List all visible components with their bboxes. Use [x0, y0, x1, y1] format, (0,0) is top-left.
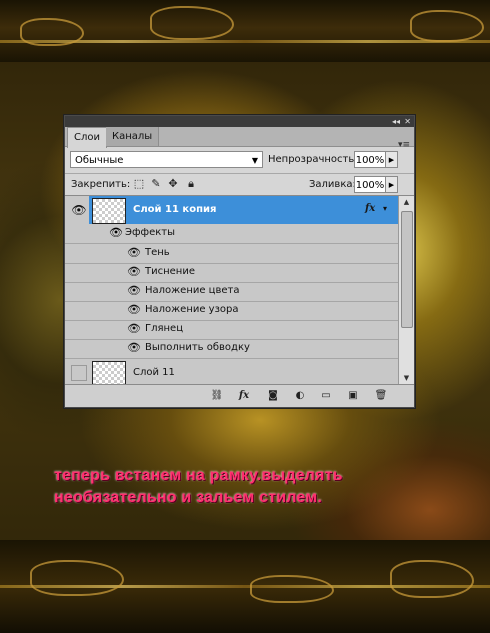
fill-slider-button[interactable]: ▶: [386, 176, 398, 193]
lock-fill-row: Закрепить: ⬚ ✎ ✥ 🔒︎ Заливка: 100% ▶: [65, 173, 414, 196]
chevron-down-icon: ▼: [251, 156, 258, 165]
frame-ornament: [150, 6, 234, 40]
effect-name: Наложение цвета: [145, 285, 240, 296]
expand-arrow-icon[interactable]: ▾: [383, 204, 387, 213]
lock-all-icon[interactable]: 🔒︎: [185, 177, 197, 191]
frame-ornament: [390, 560, 474, 598]
effect-item[interactable]: 👁︎ Наложение узора: [65, 301, 398, 321]
tab-channels[interactable]: Каналы: [106, 127, 160, 146]
lock-move-icon[interactable]: ✥: [167, 177, 179, 191]
panel-tabs: Слои Каналы ▾≡: [65, 127, 414, 150]
frame-ornament: [20, 18, 84, 46]
folder-icon[interactable]: ▭: [319, 389, 333, 403]
effect-name: Наложение узора: [145, 304, 239, 315]
lock-brush-icon[interactable]: ✎: [150, 177, 162, 191]
eye-icon[interactable]: 👁︎: [127, 265, 141, 279]
close-icon[interactable]: ✕: [404, 116, 411, 127]
lock-transparent-icon[interactable]: ⬚: [133, 177, 145, 191]
fx-icon[interactable]: fx: [237, 389, 251, 403]
opacity-label: Непрозрачность:: [268, 154, 358, 165]
adjustment-icon[interactable]: ◐: [293, 389, 307, 403]
mask-icon[interactable]: ◙: [266, 389, 280, 403]
opacity-input[interactable]: 100%: [354, 151, 386, 168]
new-layer-icon[interactable]: ▣: [346, 389, 360, 403]
caption-line-2: необязательно и зальем стилем.: [54, 489, 322, 506]
effects-row[interactable]: 👁︎ Эффекты: [65, 224, 398, 244]
trash-icon[interactable]: 🗑︎: [374, 389, 388, 403]
scrollbar-thumb[interactable]: [401, 211, 413, 328]
layer-row[interactable]: 👁︎ Слой 11 копия fx ▾: [65, 196, 398, 224]
collapse-icon[interactable]: ◂◂: [392, 116, 400, 127]
panel-bottom-toolbar: ⛓︎ fx ◙ ◐ ▭ ▣ 🗑︎: [65, 384, 414, 407]
layer-name[interactable]: Слой 11: [133, 366, 175, 380]
eye-icon[interactable]: 👁︎: [127, 341, 141, 355]
tutorial-caption: теперь встанем на рамку.выделять необяза…: [54, 465, 343, 509]
layers-list: 👁︎ Слой 11 копия fx ▾ 👁︎ Эффекты 👁︎ Тень…: [65, 195, 414, 385]
lock-label: Закрепить:: [71, 179, 131, 190]
effect-item[interactable]: 👁︎ Тиснение: [65, 263, 398, 283]
effect-name: Глянец: [145, 323, 184, 334]
eye-icon[interactable]: 👁︎: [127, 303, 141, 317]
fill-input[interactable]: 100%: [354, 176, 386, 193]
effects-eye-icon[interactable]: 👁︎: [109, 226, 123, 240]
effect-item[interactable]: 👁︎ Наложение цвета: [65, 282, 398, 302]
effects-label: Эффекты: [125, 227, 175, 238]
effect-item[interactable]: 👁︎ Выполнить обводку: [65, 339, 398, 359]
blend-mode-value: Обычные: [75, 155, 124, 166]
eye-icon[interactable]: 👁︎: [127, 284, 141, 298]
effect-name: Выполнить обводку: [145, 342, 250, 353]
effect-item[interactable]: 👁︎ Тень: [65, 244, 398, 264]
layer-name[interactable]: Слой 11 копия: [133, 203, 216, 217]
frame-ornament: [250, 575, 334, 603]
layer-row[interactable]: Слой 11: [65, 359, 398, 385]
fx-badge[interactable]: fx: [365, 203, 375, 214]
link-icon[interactable]: ⛓︎: [210, 389, 224, 403]
fill-label: Заливка:: [309, 179, 356, 190]
effect-name: Тиснение: [145, 266, 195, 277]
opacity-slider-button[interactable]: ▶: [386, 151, 398, 168]
layers-scrollbar[interactable]: ▲ ▼: [398, 196, 414, 385]
frame-ornament: [30, 560, 124, 596]
scroll-up-icon[interactable]: ▲: [399, 196, 414, 209]
effect-name: Тень: [145, 247, 170, 258]
layer-thumbnail: [92, 361, 126, 385]
frame-ornament: [410, 10, 484, 42]
blend-opacity-row: Обычные ▼ Непрозрачность: 100% ▶: [65, 147, 414, 173]
layers-panel: ◂◂ ✕ Слои Каналы ▾≡ Обычные ▼ Непрозрачн…: [64, 115, 415, 408]
effect-item[interactable]: 👁︎ Глянец: [65, 320, 398, 340]
panel-title-strip[interactable]: ◂◂ ✕: [65, 116, 414, 127]
caption-line-1: теперь встанем на рамку.выделять: [54, 467, 343, 484]
blend-mode-select[interactable]: Обычные ▼: [70, 151, 263, 168]
layer-thumbnail: [92, 198, 126, 224]
eye-icon[interactable]: 👁︎: [127, 322, 141, 336]
tab-layers[interactable]: Слои: [67, 127, 107, 148]
eye-icon[interactable]: 👁︎: [71, 202, 87, 218]
visibility-toggle-empty[interactable]: [71, 365, 87, 381]
eye-icon[interactable]: 👁︎: [127, 246, 141, 260]
